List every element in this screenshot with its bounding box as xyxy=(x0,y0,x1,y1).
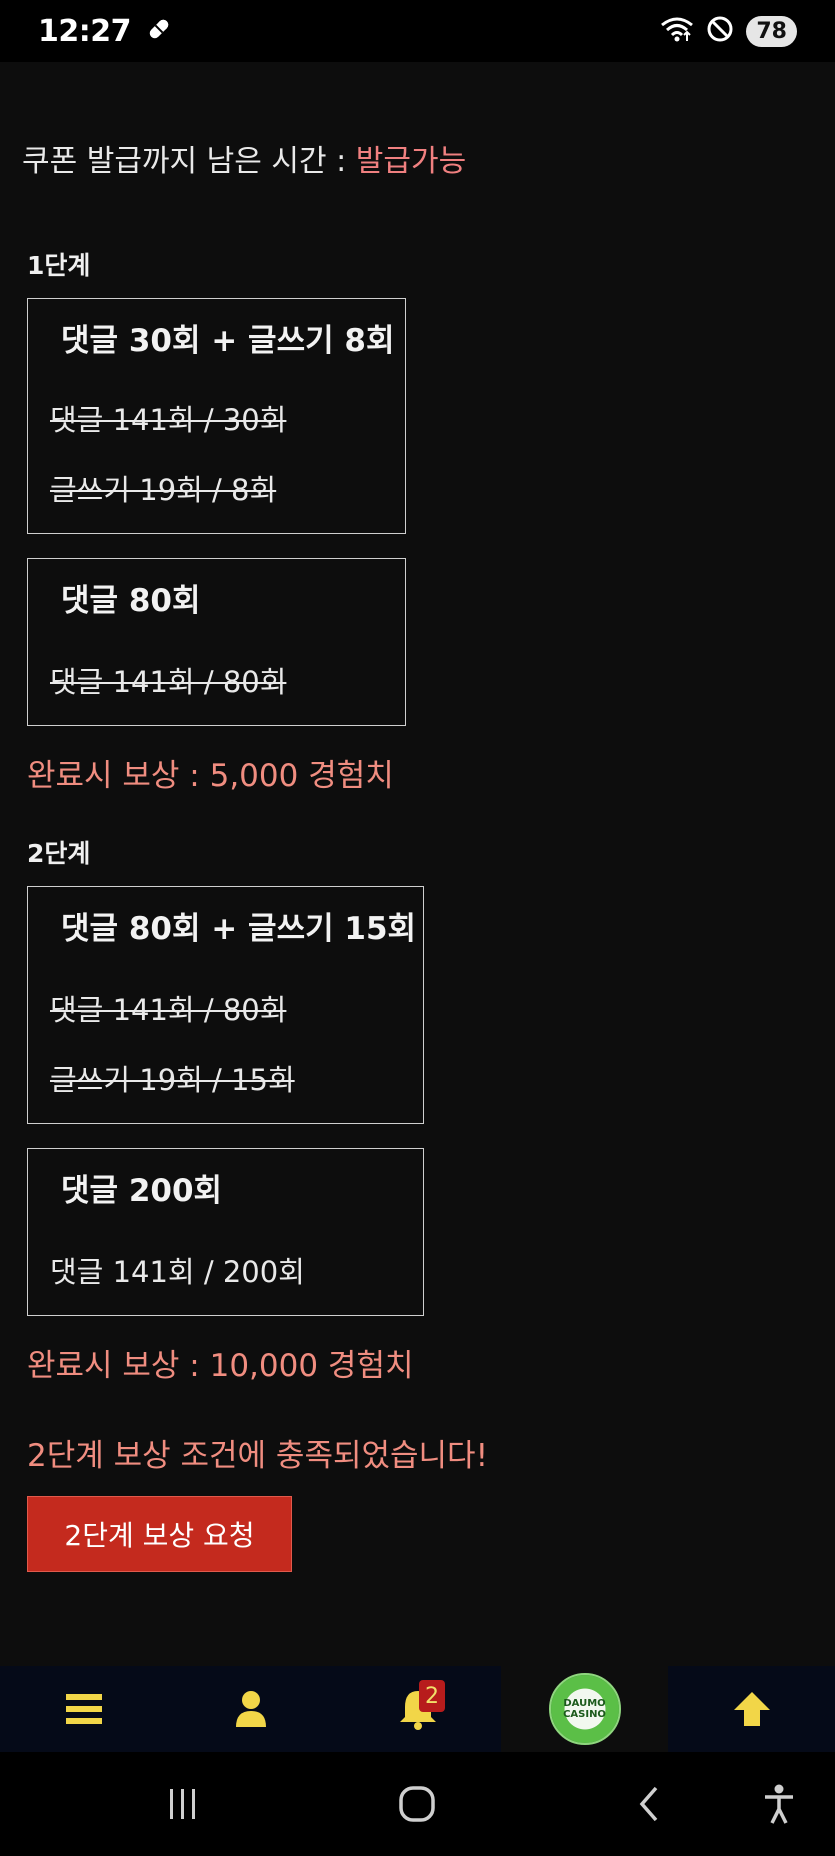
home-icon xyxy=(399,1786,435,1822)
quest-title: 댓글 30회 + 글쓰기 8회 xyxy=(61,323,395,359)
recent-apps-button[interactable] xyxy=(150,1752,216,1856)
coupon-label: 쿠폰 발급까지 남은 시간 : xyxy=(22,144,356,179)
quest-progress-post: 글쓰기 19회 / 15회 xyxy=(50,1063,295,1097)
quest-title: 댓글 80회 + 글쓰기 15회 xyxy=(61,911,417,947)
scroll-top-button[interactable] xyxy=(668,1666,835,1752)
user-icon xyxy=(235,1691,266,1727)
wifi-icon xyxy=(660,15,694,47)
casino-logo-text: DAUMO CASINO xyxy=(563,1698,606,1720)
quest-progress-comment: 댓글 141회 / 200회 xyxy=(50,1255,305,1289)
status-left: 12:27 xyxy=(38,14,173,49)
accessibility-button[interactable] xyxy=(746,1752,812,1856)
coupon-timer: 쿠폰 발급까지 남은 시간 : 발급가능 xyxy=(22,136,466,180)
coupon-status: 발급가능 xyxy=(355,144,467,179)
arrow-up-icon xyxy=(733,1692,770,1726)
system-nav-bar xyxy=(0,1752,835,1856)
claim-reward-button[interactable]: 2단계 보상 요청 xyxy=(27,1496,292,1572)
profile-button[interactable] xyxy=(167,1666,334,1752)
quest-progress-comment: 댓글 141회 / 30회 xyxy=(50,403,287,437)
stage-2-quest-1: 댓글 80회 + 글쓰기 15회 댓글 141회 / 80회 글쓰기 19회 /… xyxy=(27,886,424,1124)
notification-count-badge: 2 xyxy=(419,1680,445,1712)
stage-2-quest-2: 댓글 200회 댓글 141회 / 200회 xyxy=(27,1148,424,1316)
stage-1-title: 1단계 xyxy=(27,251,91,280)
quest-progress-comment: 댓글 141회 / 80회 xyxy=(50,665,287,699)
status-bar: 12:27 78 xyxy=(0,0,835,62)
capsule-icon xyxy=(145,15,173,47)
recent-apps-icon xyxy=(170,1789,195,1819)
quest-progress-comment: 댓글 141회 / 80회 xyxy=(50,993,287,1027)
stage-2-reward: 완료시 보상 : 10,000 경험치 xyxy=(27,1348,414,1384)
quest-title: 댓글 80회 xyxy=(61,583,201,619)
home-button[interactable] xyxy=(384,1752,450,1856)
quest-title: 댓글 200회 xyxy=(61,1173,223,1209)
stage-1-quest-1: 댓글 30회 + 글쓰기 8회 댓글 141회 / 30회 글쓰기 19회 / … xyxy=(27,298,406,534)
do-not-disturb-icon xyxy=(706,15,734,47)
status-time: 12:27 xyxy=(38,13,132,49)
status-right: 78 xyxy=(660,15,797,47)
back-button[interactable] xyxy=(616,1752,682,1856)
casino-logo: DAUMO CASINO xyxy=(548,1673,621,1745)
stage-1-quest-2: 댓글 80회 댓글 141회 / 80회 xyxy=(27,558,406,726)
back-icon xyxy=(639,1786,658,1822)
menu-button[interactable] xyxy=(0,1666,167,1752)
accessibility-icon xyxy=(765,1784,793,1824)
bottom-nav: 2 DAUMO CASINO xyxy=(0,1666,835,1752)
casino-button[interactable]: DAUMO CASINO xyxy=(501,1666,668,1752)
hamburger-menu-icon xyxy=(65,1694,102,1724)
notifications-button[interactable]: 2 xyxy=(334,1666,501,1752)
quest-content: 쿠폰 발급까지 남은 시간 : 발급가능 1단계 댓글 30회 + 글쓰기 8회… xyxy=(0,62,835,1666)
stage-1-reward: 완료시 보상 : 5,000 경험치 xyxy=(27,758,394,794)
stage-2-title: 2단계 xyxy=(27,839,91,868)
reward-eligible-notice: 2단계 보상 조건에 충족되었습니다! xyxy=(27,1438,488,1474)
battery-indicator: 78 xyxy=(746,15,797,47)
quest-progress-post: 글쓰기 19회 / 8회 xyxy=(50,473,277,507)
